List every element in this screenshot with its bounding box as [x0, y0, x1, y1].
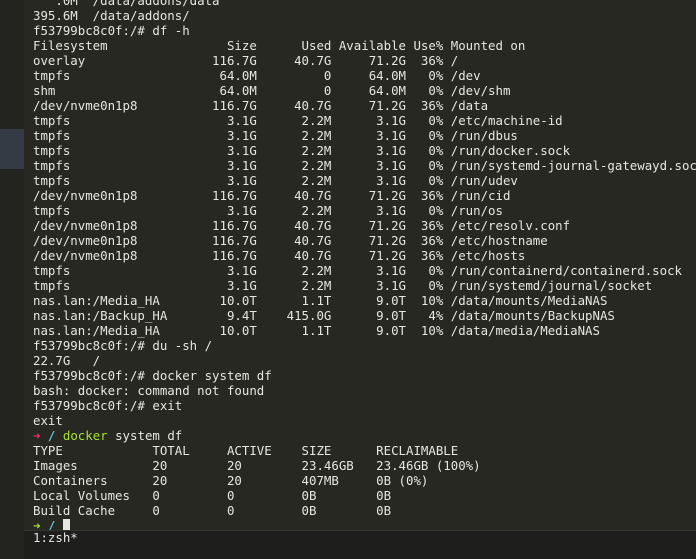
terminal-line: Filesystem Size Used Available Use% Moun…: [33, 38, 526, 53]
terminal-line: Local Volumes 0 0 0B 0B: [33, 488, 392, 503]
terminal-line: f53799bc8c0f:/# docker system df: [33, 368, 272, 383]
terminal-line: Build Cache 0 0 0B 0B: [33, 503, 392, 518]
terminal-line: nas.lan:/Backup_HA 9.4T 415.0G 9.0T 4% /…: [33, 308, 615, 323]
terminal-line: nas.lan:/Media_HA 10.0T 1.1T 9.0T 10% /d…: [33, 293, 608, 308]
terminal-line: 22.7G /: [33, 353, 101, 368]
terminal-line: /dev/nvme0n1p8 116.7G 40.7G 71.2G 36% /r…: [33, 188, 511, 203]
terminal-line: bash: docker: command not found: [33, 383, 265, 398]
terminal-line: .0M /data/addons/data: [33, 0, 220, 8]
terminal-output: .0M /data/addons/data 395.6M /data/addon…: [33, 0, 696, 530]
terminal-line: TYPE TOTAL ACTIVE SIZE RECLAIMABLE: [33, 443, 459, 458]
terminal-line: /dev/nvme0n1p8 116.7G 40.7G 71.2G 36% /e…: [33, 248, 526, 263]
terminal-line: tmpfs 3.1G 2.2M 3.1G 0% /run/systemd/jou…: [33, 278, 653, 293]
terminal-line: tmpfs 3.1G 2.2M 3.1G 0% /etc/machine-id: [33, 113, 563, 128]
side-panel-strip: [0, 0, 24, 559]
terminal-line: /dev/nvme0n1p8 116.7G 40.7G 71.2G 36% /d…: [33, 98, 489, 113]
text-cursor: [62, 519, 70, 530]
terminal-line: /dev/nvme0n1p8 116.7G 40.7G 71.2G 36% /e…: [33, 233, 548, 248]
tmux-status-bar: 1:zsh*: [24, 530, 696, 559]
terminal-line: tmpfs 3.1G 2.2M 3.1G 0% /run/docker.sock: [33, 143, 571, 158]
terminal-line: nas.lan:/Media_HA 10.0T 1.1T 9.0T 10% /d…: [33, 323, 600, 338]
terminal-line: /dev/nvme0n1p8 116.7G 40.7G 71.2G 36% /e…: [33, 218, 571, 233]
terminal-line: tmpfs 3.1G 2.2M 3.1G 0% /run/dbus: [33, 128, 518, 143]
terminal-line: Images 20 20 23.46GB 23.46GB (100%): [33, 458, 481, 473]
side-panel-active-marker: [0, 129, 24, 169]
prompt-command-args: system df: [107, 428, 183, 443]
terminal-line: tmpfs 3.1G 2.2M 3.1G 0% /run/systemd-jou…: [33, 158, 696, 173]
terminal-line: shm 64.0M 0 64.0M 0% /dev/shm: [33, 83, 511, 98]
terminal-line: 395.6M /data/addons/: [33, 8, 190, 23]
terminal-line: f53799bc8c0f:/# exit: [33, 398, 183, 413]
terminal-line: f53799bc8c0f:/# df -h: [33, 23, 190, 38]
terminal-line: f53799bc8c0f:/# du -sh /: [33, 338, 213, 353]
terminal-line: exit: [33, 413, 63, 428]
terminal-line: tmpfs 3.1G 2.2M 3.1G 0% /run/os: [33, 203, 503, 218]
terminal-line: tmpfs 64.0M 0 64.0M 0% /dev: [33, 68, 481, 83]
terminal-viewport[interactable]: .0M /data/addons/data 395.6M /data/addon…: [24, 0, 696, 530]
terminal-line: tmpfs 3.1G 2.2M 3.1G 0% /run/containerd/…: [33, 263, 683, 278]
zsh-active-prompt-line[interactable]: ➜ /: [33, 518, 696, 530]
terminal-line: Containers 20 20 407MB 0B (0%): [33, 473, 429, 488]
terminal-line: tmpfs 3.1G 2.2M 3.1G 0% /run/udev: [33, 173, 518, 188]
window-tab-zsh[interactable]: 1:zsh*: [33, 531, 78, 545]
terminal-line: overlay 116.7G 40.7G 71.2G 36% /: [33, 53, 459, 68]
prompt-command-name: docker: [62, 428, 108, 443]
zsh-prompt-line: ➜ / docker system df: [33, 428, 696, 443]
